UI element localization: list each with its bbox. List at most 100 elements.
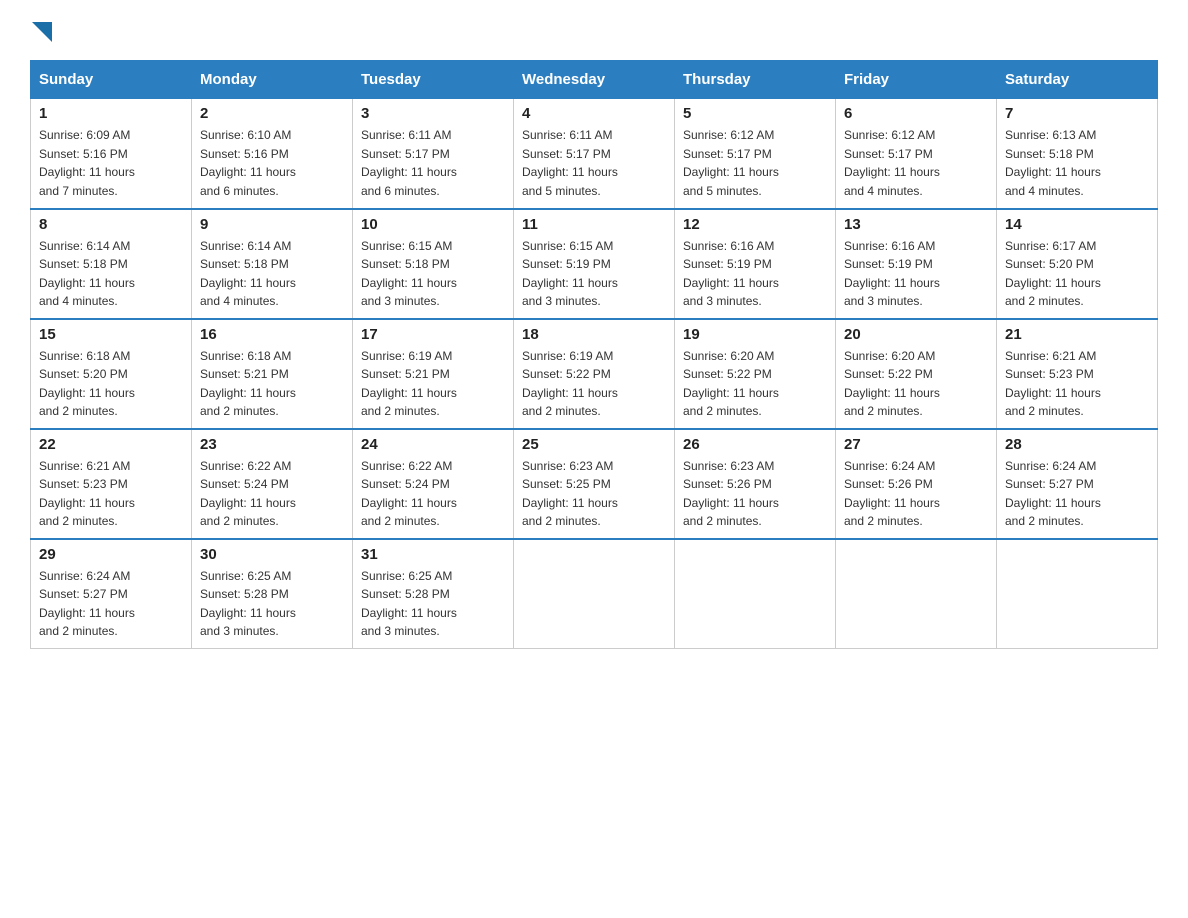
calendar-day-cell: 15 Sunrise: 6:18 AM Sunset: 5:20 PM Dayl… bbox=[31, 319, 192, 429]
calendar-day-cell: 9 Sunrise: 6:14 AM Sunset: 5:18 PM Dayli… bbox=[192, 209, 353, 319]
day-number: 7 bbox=[1005, 105, 1149, 122]
day-number: 5 bbox=[683, 105, 827, 122]
calendar-day-cell: 12 Sunrise: 6:16 AM Sunset: 5:19 PM Dayl… bbox=[675, 209, 836, 319]
day-info: Sunrise: 6:12 AM Sunset: 5:17 PM Dayligh… bbox=[844, 126, 988, 200]
calendar-day-cell: 22 Sunrise: 6:21 AM Sunset: 5:23 PM Dayl… bbox=[31, 429, 192, 539]
day-number: 11 bbox=[522, 216, 666, 233]
calendar-day-cell: 23 Sunrise: 6:22 AM Sunset: 5:24 PM Dayl… bbox=[192, 429, 353, 539]
day-number: 31 bbox=[361, 546, 505, 563]
calendar-table: SundayMondayTuesdayWednesdayThursdayFrid… bbox=[30, 60, 1158, 649]
calendar-header-thursday: Thursday bbox=[675, 61, 836, 99]
page-header bbox=[30, 20, 1158, 42]
day-number: 2 bbox=[200, 105, 344, 122]
calendar-day-cell: 13 Sunrise: 6:16 AM Sunset: 5:19 PM Dayl… bbox=[836, 209, 997, 319]
calendar-day-cell: 24 Sunrise: 6:22 AM Sunset: 5:24 PM Dayl… bbox=[353, 429, 514, 539]
calendar-day-cell: 20 Sunrise: 6:20 AM Sunset: 5:22 PM Dayl… bbox=[836, 319, 997, 429]
calendar-day-cell: 8 Sunrise: 6:14 AM Sunset: 5:18 PM Dayli… bbox=[31, 209, 192, 319]
calendar-header-row: SundayMondayTuesdayWednesdayThursdayFrid… bbox=[31, 61, 1158, 99]
calendar-day-cell: 28 Sunrise: 6:24 AM Sunset: 5:27 PM Dayl… bbox=[997, 429, 1158, 539]
day-number: 25 bbox=[522, 436, 666, 453]
day-number: 10 bbox=[361, 216, 505, 233]
calendar-day-cell: 26 Sunrise: 6:23 AM Sunset: 5:26 PM Dayl… bbox=[675, 429, 836, 539]
calendar-day-cell: 14 Sunrise: 6:17 AM Sunset: 5:20 PM Dayl… bbox=[997, 209, 1158, 319]
day-info: Sunrise: 6:25 AM Sunset: 5:28 PM Dayligh… bbox=[361, 567, 505, 641]
calendar-day-cell: 2 Sunrise: 6:10 AM Sunset: 5:16 PM Dayli… bbox=[192, 99, 353, 209]
calendar-day-cell: 4 Sunrise: 6:11 AM Sunset: 5:17 PM Dayli… bbox=[514, 99, 675, 209]
day-info: Sunrise: 6:22 AM Sunset: 5:24 PM Dayligh… bbox=[200, 457, 344, 531]
calendar-day-cell: 21 Sunrise: 6:21 AM Sunset: 5:23 PM Dayl… bbox=[997, 319, 1158, 429]
day-number: 29 bbox=[39, 546, 183, 563]
calendar-day-cell: 17 Sunrise: 6:19 AM Sunset: 5:21 PM Dayl… bbox=[353, 319, 514, 429]
day-number: 30 bbox=[200, 546, 344, 563]
calendar-day-cell bbox=[836, 539, 997, 649]
day-number: 26 bbox=[683, 436, 827, 453]
day-info: Sunrise: 6:11 AM Sunset: 5:17 PM Dayligh… bbox=[522, 126, 666, 200]
calendar-day-cell: 25 Sunrise: 6:23 AM Sunset: 5:25 PM Dayl… bbox=[514, 429, 675, 539]
day-info: Sunrise: 6:22 AM Sunset: 5:24 PM Dayligh… bbox=[361, 457, 505, 531]
day-number: 23 bbox=[200, 436, 344, 453]
day-info: Sunrise: 6:15 AM Sunset: 5:19 PM Dayligh… bbox=[522, 237, 666, 311]
calendar-header-sunday: Sunday bbox=[31, 61, 192, 99]
calendar-day-cell: 31 Sunrise: 6:25 AM Sunset: 5:28 PM Dayl… bbox=[353, 539, 514, 649]
day-info: Sunrise: 6:09 AM Sunset: 5:16 PM Dayligh… bbox=[39, 126, 183, 200]
day-info: Sunrise: 6:23 AM Sunset: 5:25 PM Dayligh… bbox=[522, 457, 666, 531]
day-number: 28 bbox=[1005, 436, 1149, 453]
day-info: Sunrise: 6:24 AM Sunset: 5:26 PM Dayligh… bbox=[844, 457, 988, 531]
day-number: 16 bbox=[200, 326, 344, 343]
day-info: Sunrise: 6:14 AM Sunset: 5:18 PM Dayligh… bbox=[200, 237, 344, 311]
calendar-week-row: 1 Sunrise: 6:09 AM Sunset: 5:16 PM Dayli… bbox=[31, 99, 1158, 209]
day-info: Sunrise: 6:19 AM Sunset: 5:21 PM Dayligh… bbox=[361, 347, 505, 421]
day-info: Sunrise: 6:23 AM Sunset: 5:26 PM Dayligh… bbox=[683, 457, 827, 531]
day-info: Sunrise: 6:12 AM Sunset: 5:17 PM Dayligh… bbox=[683, 126, 827, 200]
calendar-day-cell: 1 Sunrise: 6:09 AM Sunset: 5:16 PM Dayli… bbox=[31, 99, 192, 209]
calendar-day-cell bbox=[675, 539, 836, 649]
calendar-week-row: 22 Sunrise: 6:21 AM Sunset: 5:23 PM Dayl… bbox=[31, 429, 1158, 539]
day-number: 17 bbox=[361, 326, 505, 343]
day-number: 9 bbox=[200, 216, 344, 233]
day-info: Sunrise: 6:10 AM Sunset: 5:16 PM Dayligh… bbox=[200, 126, 344, 200]
day-number: 18 bbox=[522, 326, 666, 343]
day-number: 4 bbox=[522, 105, 666, 122]
day-number: 27 bbox=[844, 436, 988, 453]
day-info: Sunrise: 6:20 AM Sunset: 5:22 PM Dayligh… bbox=[683, 347, 827, 421]
day-info: Sunrise: 6:14 AM Sunset: 5:18 PM Dayligh… bbox=[39, 237, 183, 311]
calendar-day-cell: 29 Sunrise: 6:24 AM Sunset: 5:27 PM Dayl… bbox=[31, 539, 192, 649]
day-info: Sunrise: 6:19 AM Sunset: 5:22 PM Dayligh… bbox=[522, 347, 666, 421]
calendar-day-cell: 5 Sunrise: 6:12 AM Sunset: 5:17 PM Dayli… bbox=[675, 99, 836, 209]
day-info: Sunrise: 6:18 AM Sunset: 5:20 PM Dayligh… bbox=[39, 347, 183, 421]
day-info: Sunrise: 6:16 AM Sunset: 5:19 PM Dayligh… bbox=[683, 237, 827, 311]
day-info: Sunrise: 6:24 AM Sunset: 5:27 PM Dayligh… bbox=[1005, 457, 1149, 531]
day-info: Sunrise: 6:15 AM Sunset: 5:18 PM Dayligh… bbox=[361, 237, 505, 311]
day-number: 1 bbox=[39, 105, 183, 122]
logo-triangle-icon bbox=[32, 22, 52, 42]
day-number: 6 bbox=[844, 105, 988, 122]
day-info: Sunrise: 6:17 AM Sunset: 5:20 PM Dayligh… bbox=[1005, 237, 1149, 311]
calendar-day-cell bbox=[997, 539, 1158, 649]
day-number: 14 bbox=[1005, 216, 1149, 233]
calendar-header-wednesday: Wednesday bbox=[514, 61, 675, 99]
day-number: 22 bbox=[39, 436, 183, 453]
day-number: 12 bbox=[683, 216, 827, 233]
day-number: 15 bbox=[39, 326, 183, 343]
day-number: 20 bbox=[844, 326, 988, 343]
calendar-day-cell: 11 Sunrise: 6:15 AM Sunset: 5:19 PM Dayl… bbox=[514, 209, 675, 319]
calendar-header-friday: Friday bbox=[836, 61, 997, 99]
calendar-header-monday: Monday bbox=[192, 61, 353, 99]
calendar-day-cell: 10 Sunrise: 6:15 AM Sunset: 5:18 PM Dayl… bbox=[353, 209, 514, 319]
day-number: 21 bbox=[1005, 326, 1149, 343]
day-info: Sunrise: 6:24 AM Sunset: 5:27 PM Dayligh… bbox=[39, 567, 183, 641]
day-info: Sunrise: 6:11 AM Sunset: 5:17 PM Dayligh… bbox=[361, 126, 505, 200]
day-info: Sunrise: 6:21 AM Sunset: 5:23 PM Dayligh… bbox=[39, 457, 183, 531]
calendar-header-saturday: Saturday bbox=[997, 61, 1158, 99]
calendar-day-cell: 30 Sunrise: 6:25 AM Sunset: 5:28 PM Dayl… bbox=[192, 539, 353, 649]
day-number: 8 bbox=[39, 216, 183, 233]
calendar-day-cell: 3 Sunrise: 6:11 AM Sunset: 5:17 PM Dayli… bbox=[353, 99, 514, 209]
day-info: Sunrise: 6:18 AM Sunset: 5:21 PM Dayligh… bbox=[200, 347, 344, 421]
day-number: 13 bbox=[844, 216, 988, 233]
day-info: Sunrise: 6:16 AM Sunset: 5:19 PM Dayligh… bbox=[844, 237, 988, 311]
logo bbox=[30, 20, 52, 42]
calendar-day-cell: 7 Sunrise: 6:13 AM Sunset: 5:18 PM Dayli… bbox=[997, 99, 1158, 209]
day-info: Sunrise: 6:13 AM Sunset: 5:18 PM Dayligh… bbox=[1005, 126, 1149, 200]
day-number: 19 bbox=[683, 326, 827, 343]
calendar-day-cell: 18 Sunrise: 6:19 AM Sunset: 5:22 PM Dayl… bbox=[514, 319, 675, 429]
